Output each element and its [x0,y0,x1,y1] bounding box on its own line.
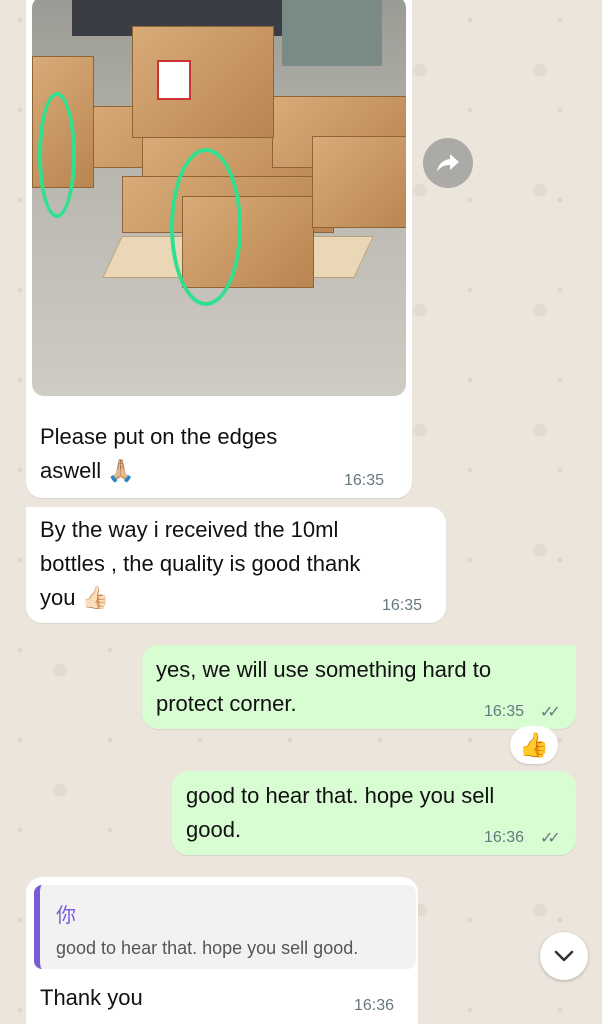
chevron-down-icon [554,950,574,962]
scroll-to-bottom-button[interactable] [540,932,588,980]
highlight-mark-left [38,92,76,218]
quote-author: 你 [56,905,76,927]
message-time: 16:36 [354,997,395,1014]
message-text: Please put on the edges aswell 🙏🏼 [40,424,278,483]
quote-text: good to hear that. hope you sell good. [56,938,359,958]
message-text: yes, we will use something hard to prote… [156,657,492,716]
outgoing-text-message[interactable]: yes, we will use something hard to prote… [142,645,576,729]
incoming-image-message[interactable]: Please put on the edges aswell 🙏🏼 16:35 [26,0,412,498]
reaction-badge[interactable]: 👍 [510,726,558,764]
incoming-text-message[interactable]: By the way i received the 10ml bottles ,… [26,507,446,623]
message-text: good to hear that. hope you sell good. [186,783,495,842]
forward-button[interactable] [423,138,473,188]
message-time: 16:35 [484,703,525,720]
forward-arrow-icon [437,154,459,172]
message-time: 16:35 [344,472,385,489]
message-text: By the way i received the 10ml bottles ,… [40,517,361,610]
highlight-mark-right [170,148,242,306]
read-receipt-icon: ✓✓ [540,830,561,847]
outgoing-text-message[interactable]: good to hear that. hope you sell good. 1… [172,771,576,855]
read-receipt-icon: ✓✓ [540,704,561,721]
message-text: Thank you [40,985,143,1010]
quoted-message[interactable]: 你 good to hear that. hope you sell good. [34,885,416,969]
message-time: 16:35 [382,597,423,614]
incoming-reply-message[interactable]: 你 good to hear that. hope you sell good.… [26,877,418,1024]
message-time: 16:36 [484,829,525,846]
package-photo[interactable] [32,0,406,396]
